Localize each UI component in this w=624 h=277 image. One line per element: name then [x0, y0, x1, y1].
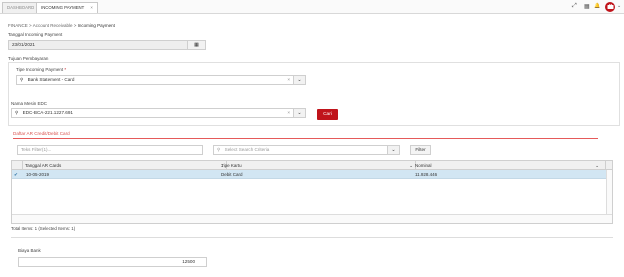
cell-tipe: Debit Card	[221, 172, 243, 177]
chevron-down-icon: ⌄	[297, 77, 302, 83]
cell-nominal: 11.928.446	[415, 172, 438, 177]
breadcrumb-separator: >	[73, 23, 77, 28]
tipe-label: Tipe Incoming Payment *	[16, 67, 67, 72]
grid-icon[interactable]: ▦	[584, 3, 590, 10]
table-row[interactable]: ✔ 10-05-2019 Debit Card 11.928.446	[12, 170, 612, 179]
search-icon: ⚲	[217, 147, 221, 152]
mesin-dropdown-button[interactable]: ⌄	[293, 108, 306, 118]
top-bar: DASHBOARD INCOMING PAYMENT × ⤢ ▦ 🔔 ⌄	[0, 0, 624, 14]
tipe-dropdown-button[interactable]: ⌄	[293, 75, 306, 85]
tab-label: INCOMING PAYMENT	[41, 5, 85, 10]
close-icon[interactable]: ×	[90, 5, 93, 10]
mesin-value: EDC-BCA-221.1227.691	[22, 110, 73, 115]
header-nominal[interactable]: Nominal ⌄	[413, 161, 606, 170]
calendar-icon: ▦	[194, 42, 199, 48]
tab-label: DASHBOARD	[7, 5, 35, 10]
tab-incoming-payment[interactable]: INCOMING PAYMENT ×	[36, 2, 98, 13]
check-icon[interactable]: ✔	[12, 170, 23, 179]
expand-icon[interactable]: ⤢	[572, 3, 577, 10]
breadcrumb: FINANCE > Account Receivable > Incoming …	[8, 23, 115, 28]
section-title: Daftar AR Credit/Debit Card	[13, 131, 70, 136]
biaya-field[interactable]: 12500	[18, 257, 207, 267]
vertical-scrollbar[interactable]	[606, 170, 612, 214]
criteria-select[interactable]: ⚲ Select Search Criteria	[213, 145, 388, 155]
horizontal-scrollbar[interactable]	[12, 214, 612, 223]
chevron-down-icon: ⌄	[391, 147, 396, 153]
chevron-down-icon[interactable]: ⌄	[617, 3, 621, 9]
calendar-button[interactable]: ▦	[187, 40, 206, 50]
criteria-dropdown-button[interactable]: ⌄	[387, 145, 400, 155]
clear-icon[interactable]: ×	[287, 76, 290, 84]
filter-text-input[interactable]: Teks Filter(1)...	[17, 145, 203, 155]
briefcase-icon	[607, 3, 613, 9]
mesin-select[interactable]: ⚲ EDC-BCA-221.1227.691 ×	[11, 108, 294, 118]
divider	[11, 237, 613, 238]
tujuan-label: Tujuan Pembayaran	[8, 56, 49, 61]
tipe-select[interactable]: ⚲ Bank Statement - Card ×	[16, 75, 294, 85]
table-header: Tanggal AR Cards ⌄ Tipe Kartu ⌄ Nominal ⌄	[12, 161, 612, 170]
avatar[interactable]	[605, 2, 615, 12]
header-check	[12, 161, 23, 170]
search-icon: ⚲	[15, 110, 19, 115]
clear-icon[interactable]: ×	[287, 109, 290, 117]
chevron-down-icon: ⌄	[297, 110, 302, 116]
tab-dashboard[interactable]: DASHBOARD	[2, 2, 40, 13]
section-divider	[13, 138, 598, 139]
breadcrumb-root[interactable]: FINANCE	[8, 23, 28, 28]
tanggal-label: Tanggal Incoming Payment	[8, 32, 63, 37]
header-tipe[interactable]: Tipe Kartu ⌄	[219, 161, 416, 170]
tanggal-field[interactable]: 23/01/2021	[8, 40, 188, 50]
header-tanggal[interactable]: Tanggal AR Cards ⌄	[23, 161, 227, 170]
breadcrumb-mid[interactable]: Account Receivable	[33, 23, 73, 28]
breadcrumb-current: Incoming Payment	[77, 23, 115, 28]
tipe-value: Bank Statement - Card	[27, 77, 75, 82]
table-footer: Total Items: 1 (Selected Items: 1)	[11, 226, 76, 231]
cell-tanggal: 10-05-2019	[26, 172, 50, 177]
bell-icon[interactable]: 🔔	[594, 3, 600, 9]
ar-table: Tanggal AR Cards ⌄ Tipe Kartu ⌄ Nominal ⌄ ✔…	[11, 160, 613, 224]
filter-button[interactable]: Filter	[410, 145, 431, 155]
chevron-down-icon: ⌄	[595, 163, 599, 168]
mesin-label: Nama Mesin EDC	[11, 101, 48, 106]
biaya-label: Biaya Bank	[18, 248, 41, 253]
cari-button[interactable]: Cari	[317, 109, 338, 120]
breadcrumb-separator: >	[29, 23, 32, 28]
search-icon: ⚲	[20, 77, 24, 82]
